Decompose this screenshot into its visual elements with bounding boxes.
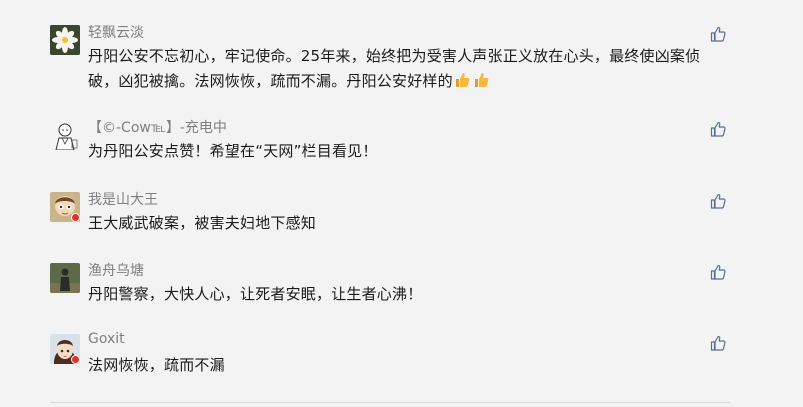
comment-nickname[interactable]: Goxit [88, 331, 125, 347]
comment-nickname[interactable]: 渔舟乌塘 [88, 260, 144, 280]
thumbs-up-emoji [474, 73, 489, 87]
comment-text: 为丹阳公安点赞！希望在“天网”栏目看见！ [88, 142, 378, 160]
avatar[interactable] [50, 120, 80, 150]
notification-badge [71, 355, 80, 364]
thumbs-up-icon[interactable] [710, 26, 726, 42]
comment-text-content: 丹阳公安不忘初心，牢记使命。25年来，始终把为受害人声张正义放在心头，最终使凶案… [88, 47, 701, 90]
avatar[interactable] [50, 263, 80, 293]
comment-nickname[interactable]: 轻飘云淡 [88, 22, 144, 42]
thumbs-up-icon[interactable] [710, 193, 726, 209]
notification-badge [71, 213, 80, 222]
comment-text: 法网恢恢，疏而不漏 [88, 356, 225, 374]
thumbs-up-icon[interactable] [710, 335, 726, 351]
comment-text: 王大威武破案，被害夫妇地下感知 [88, 214, 317, 232]
thumbs-up-icon[interactable] [710, 264, 726, 280]
divider [50, 402, 730, 403]
comment-nickname[interactable]: 【©-Cow℡】-充电中 [88, 117, 227, 137]
comment-nickname[interactable]: 我是山大王 [88, 189, 158, 209]
thumbs-up-emoji [455, 73, 470, 87]
comment-text: 丹阳公安不忘初心，牢记使命。25年来，始终把为受害人声张正义放在心头，最终使凶案… [88, 44, 728, 94]
comment-text: 丹阳警察，大快人心，让死者安眠，让生者心沸！ [88, 285, 423, 303]
avatar[interactable] [50, 25, 80, 55]
thumbs-up-icon[interactable] [710, 121, 726, 137]
